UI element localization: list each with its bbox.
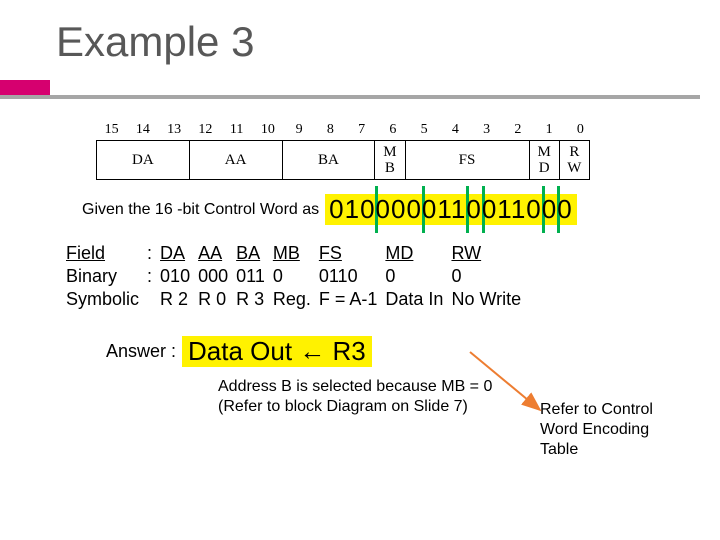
table-cell: 011 (236, 266, 273, 289)
bit-number: 2 (502, 122, 533, 138)
table-cell: R 2 (160, 289, 198, 312)
table-cell: 0 (273, 266, 319, 289)
table-cell: 0 (451, 266, 529, 289)
bit-number: 13 (159, 122, 190, 138)
answer-text: Data Out ← R3 (182, 336, 372, 366)
table-cell: F = A-1 (319, 289, 386, 312)
given-row: Given the 16 -bit Control Word as 010000… (82, 194, 720, 225)
table-cell: DA (160, 243, 198, 266)
table-cell: RW (451, 243, 529, 266)
table-cell: 010 (160, 266, 198, 289)
table-cell: Reg. (273, 289, 319, 312)
table-cell: : (147, 266, 160, 289)
field-cell: R W (559, 140, 590, 180)
bit-number: 5 (409, 122, 440, 138)
field-cell: FS (405, 140, 530, 180)
table-cell: : (147, 243, 160, 266)
bit-number: 9 (284, 122, 315, 138)
table-cell: R 3 (236, 289, 273, 312)
bit-number: 0 (565, 122, 596, 138)
bit-number: 14 (127, 122, 158, 138)
bit-number: 4 (440, 122, 471, 138)
field-cell: BA (282, 140, 376, 180)
note-line2: (Refer to block Diagram on Slide 7) (218, 397, 558, 417)
field-cell: DA (96, 140, 190, 180)
bit-number: 8 (315, 122, 346, 138)
control-word-box: 0100000110011000 (325, 194, 577, 225)
control-word-text: 0100000110011000 (325, 194, 577, 224)
table-cell: MB (273, 243, 319, 266)
row-label: Binary (66, 266, 147, 289)
table-cell: 0 (385, 266, 451, 289)
answer-row: Answer : Data Out ← R3 (106, 336, 720, 367)
bit-number: 11 (221, 122, 252, 138)
given-label: Given the 16 -bit Control Word as (82, 201, 319, 219)
gray-bar (0, 95, 700, 99)
bit-number: 7 (346, 122, 377, 138)
field-cell: M D (529, 140, 560, 180)
table-cell: FS (319, 243, 386, 266)
slide-title: Example 3 (0, 0, 720, 66)
answer-box: Data Out ← R3 (182, 336, 372, 367)
note-mb: Address B is selected because MB = 0 (Re… (218, 377, 558, 417)
bit-number: 6 (377, 122, 408, 138)
refer-note: Refer to Control Word Encoding Table (540, 400, 680, 460)
table-cell (147, 289, 160, 312)
table-cell: AA (198, 243, 236, 266)
field-cell: M B (374, 140, 405, 180)
bit-diagram: 1514131211109876543210 DAAABAM BFSM DR W (96, 122, 596, 180)
table-cell: 000 (198, 266, 236, 289)
bit-number: 12 (190, 122, 221, 138)
row-label: Field (66, 243, 147, 266)
answer-label: Answer : (106, 341, 176, 362)
table-cell: BA (236, 243, 273, 266)
bit-number: 1 (534, 122, 565, 138)
accent-bar (0, 80, 50, 95)
fields-table: Field:DAAABAMBFSMDRWBinary:0100000110011… (66, 243, 720, 312)
table-cell: 0110 (319, 266, 386, 289)
table-cell: No Write (451, 289, 529, 312)
table-cell: MD (385, 243, 451, 266)
note-line1: Address B is selected because MB = 0 (218, 377, 558, 397)
table-cell: Data In (385, 289, 451, 312)
bit-number: 10 (252, 122, 283, 138)
table-cell: R 0 (198, 289, 236, 312)
field-cell: AA (189, 140, 283, 180)
title-underline (0, 80, 720, 100)
bit-number: 15 (96, 122, 127, 138)
row-label: Symbolic (66, 289, 147, 312)
bit-number: 3 (471, 122, 502, 138)
